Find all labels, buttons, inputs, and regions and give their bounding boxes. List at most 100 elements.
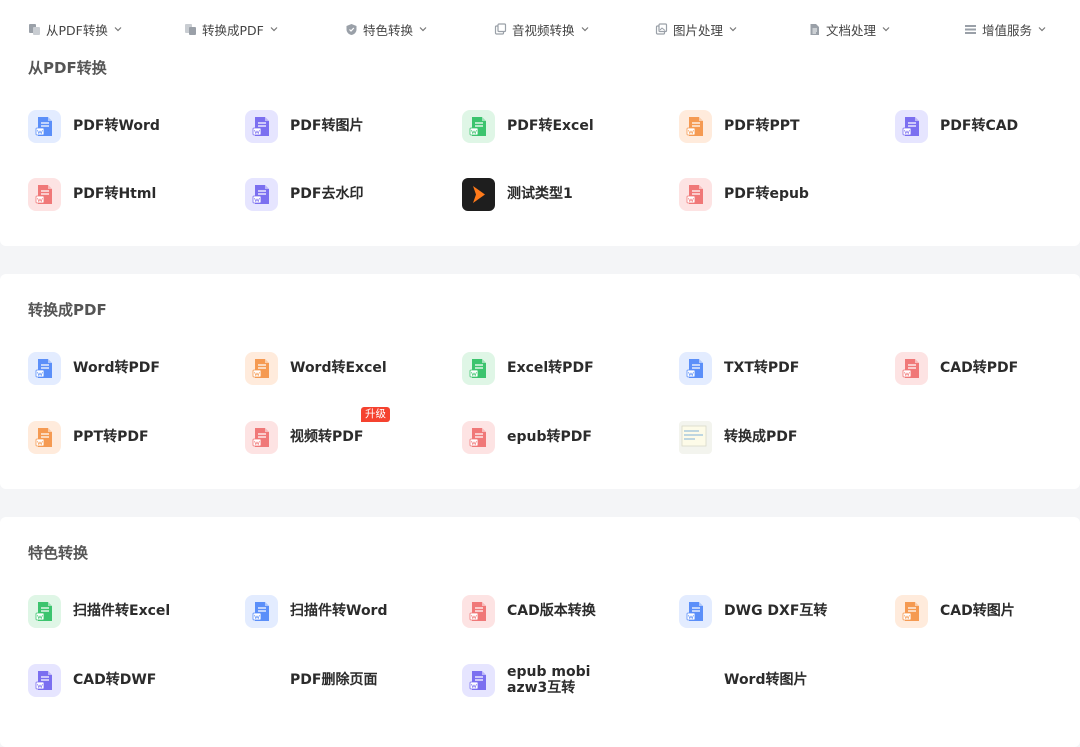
tool-label: PDF转CAD — [940, 118, 1019, 134]
nav-media[interactable]: 音视频转换 — [494, 20, 589, 38]
tool-item[interactable]: PDF转Word — [28, 108, 233, 144]
tool-item[interactable]: CAD转DWF — [28, 662, 233, 698]
tool-label: PDF去水印 — [290, 186, 364, 202]
chevron-down-icon — [114, 25, 122, 33]
tool-item[interactable]: PDF去水印 — [245, 176, 450, 212]
nav-from-pdf[interactable]: 从PDF转换 — [28, 20, 122, 38]
tool-label: CAD转DWF — [73, 672, 157, 688]
note-thumbnail-icon — [679, 420, 712, 454]
word-file-icon — [28, 109, 61, 143]
tool-item[interactable]: PDF转Html — [28, 176, 233, 212]
tool-item[interactable]: Word转图片 — [679, 662, 884, 698]
tool-item[interactable]: TXT转PDF — [679, 350, 884, 386]
nav-label: 转换成PDF — [202, 22, 264, 38]
tool-label: 扫描件转Excel — [73, 603, 171, 619]
tool-label: 扫描件转Word — [290, 603, 388, 619]
excel-file-icon — [245, 351, 278, 385]
nav-image[interactable]: 图片处理 — [655, 20, 737, 38]
scan-excel-icon — [28, 594, 61, 628]
tool-label: epub mobi azw3互转 — [507, 664, 591, 696]
txt-file-icon — [679, 351, 712, 385]
cad-version-icon — [462, 594, 495, 628]
nav-value-added[interactable]: 增值服务 — [964, 20, 1046, 38]
tool-item[interactable]: PDF转epub — [679, 176, 884, 212]
tool-item[interactable]: 扫描件转Word — [245, 593, 450, 629]
tool-item[interactable]: PDF转图片 — [245, 108, 450, 144]
tool-label: 视频转PDF — [290, 429, 364, 445]
tool-label: CAD版本转换 — [507, 603, 596, 619]
ppt-file-icon — [679, 109, 712, 143]
section-title: 从PDF转换 — [28, 59, 107, 77]
blank-icon — [679, 664, 712, 697]
tool-item[interactable]: 转换成PDF — [679, 419, 884, 455]
nav-label: 图片处理 — [673, 22, 724, 38]
section-special — [0, 517, 1080, 747]
tool-label: DWG DXF互转 — [724, 603, 828, 619]
tool-item[interactable]: PDF删除页面 — [245, 662, 450, 698]
tool-item[interactable]: 视频转PDF 升级 — [245, 407, 450, 455]
tool-item[interactable]: CAD转PDF — [895, 350, 1080, 386]
ppt-file-icon — [28, 420, 61, 454]
excel-file-icon — [462, 351, 495, 385]
document-icon — [808, 23, 821, 36]
section-title: 转换成PDF — [28, 301, 107, 319]
chevron-down-icon — [270, 25, 278, 33]
image-file-icon — [245, 109, 278, 143]
cad-file-icon — [895, 109, 928, 143]
blank-icon — [245, 664, 278, 697]
tool-label: PPT转PDF — [73, 429, 149, 445]
nav-label: 从PDF转换 — [46, 22, 108, 38]
tool-item[interactable]: PPT转PDF — [28, 419, 233, 455]
tool-item[interactable]: PDF转PPT — [679, 108, 884, 144]
tool-item[interactable]: 扫描件转Excel — [28, 593, 233, 629]
nav-document[interactable]: 文档处理 — [808, 20, 890, 38]
tool-label: 转换成PDF — [724, 429, 798, 445]
top-nav: 从PDF转换 转换成PDF 特色转换 音视频转换 图片处理 文档处理 增值服务 — [0, 0, 1080, 57]
section-from-pdf — [0, 56, 1080, 246]
tool-item[interactable]: Word转PDF — [28, 350, 233, 386]
tool-label: CAD转PDF — [940, 360, 1019, 376]
chevron-down-icon — [882, 25, 890, 33]
excel-file-icon — [462, 109, 495, 143]
list-icon — [964, 23, 977, 36]
nav-to-pdf[interactable]: 转换成PDF — [184, 20, 278, 38]
cad-image-icon — [895, 594, 928, 628]
dwf-file-icon — [28, 663, 61, 697]
nav-label: 音视频转换 — [512, 22, 575, 38]
tool-label: Word转Excel — [290, 360, 387, 376]
word-file-icon — [28, 351, 61, 385]
tool-label: Word转PDF — [73, 360, 160, 376]
tool-item[interactable]: epub mobi azw3互转 — [462, 662, 667, 698]
to-pdf-icon — [184, 23, 197, 36]
tool-label: PDF转PPT — [724, 118, 800, 134]
nav-special[interactable]: 特色转换 — [345, 20, 427, 38]
cad-file-icon — [895, 351, 928, 385]
tool-label: PDF转Html — [73, 186, 157, 202]
nav-label: 文档处理 — [826, 22, 877, 38]
pdf-convert-icon — [28, 23, 41, 36]
tool-item[interactable]: CAD转图片 — [895, 593, 1080, 629]
tool-label: epub转PDF — [507, 429, 592, 445]
tool-label: Excel转PDF — [507, 360, 594, 376]
tool-label: PDF删除页面 — [290, 672, 378, 688]
nav-label: 特色转换 — [363, 22, 414, 38]
tool-item[interactable]: 测试类型1 — [462, 176, 667, 212]
tool-label: TXT转PDF — [724, 360, 800, 376]
upgrade-badge: 升级 — [361, 407, 390, 422]
tool-item[interactable]: DWG DXF互转 — [679, 593, 884, 629]
image-icon — [655, 22, 668, 36]
tool-item[interactable]: Word转Excel — [245, 350, 450, 386]
video-file-icon — [245, 420, 278, 454]
html-file-icon — [28, 177, 61, 211]
section-title: 特色转换 — [28, 544, 89, 562]
tool-item[interactable]: CAD版本转换 — [462, 593, 667, 629]
tool-item[interactable]: Excel转PDF — [462, 350, 667, 386]
tool-item[interactable]: epub转PDF — [462, 419, 667, 455]
tool-label: PDF转图片 — [290, 118, 364, 134]
dwg-file-icon — [679, 594, 712, 628]
epub-file-icon — [679, 177, 712, 211]
media-icon — [494, 22, 507, 36]
tool-item[interactable]: PDF转Excel — [462, 108, 667, 144]
tool-label: PDF转epub — [724, 186, 809, 202]
tool-item[interactable]: PDF转CAD — [895, 108, 1080, 144]
